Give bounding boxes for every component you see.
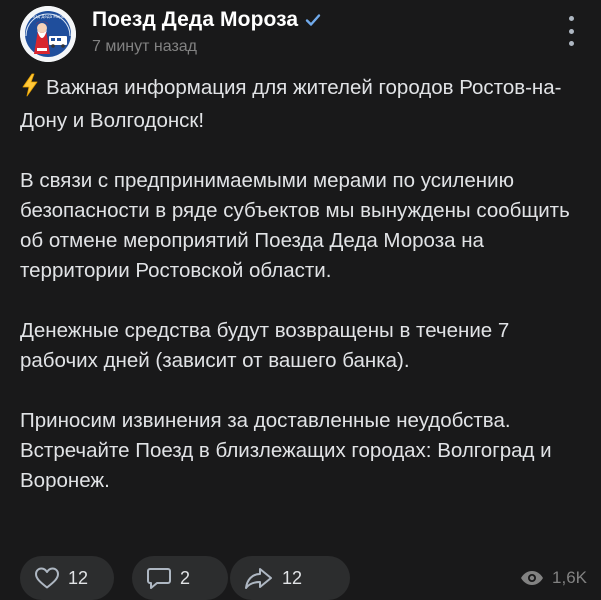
page-title[interactable]: Поезд Деда Мороза (92, 8, 298, 32)
comment-count: 2 (180, 567, 191, 588)
like-count: 12 (68, 567, 89, 588)
more-vertical-icon[interactable] (561, 16, 581, 46)
share-button[interactable]: 12 (230, 556, 350, 600)
post-paragraph-text: Важная информация для жителей городов Ро… (20, 76, 562, 132)
avatar-image: Поезд Деда Мороза (20, 6, 76, 62)
heart-icon (34, 566, 60, 590)
lightning-emoji-icon (20, 73, 40, 106)
share-count: 12 (282, 567, 303, 588)
avatar[interactable]: Поезд Деда Мороза (20, 6, 76, 62)
comment-button[interactable]: 2 (132, 556, 228, 600)
verified-check-icon (304, 11, 322, 29)
post-paragraph: В связи с предпринимаемыми мерами по уси… (20, 169, 570, 282)
share-arrow-icon (244, 566, 274, 590)
post-paragraph: Важная информация для жителей городов Ро… (20, 73, 587, 136)
views-counter: 1,6K (520, 568, 587, 588)
post-paragraph: Денежные средства будут возвращены в теч… (20, 319, 510, 372)
views-count: 1,6K (552, 568, 587, 587)
post-header: Поезд Деда Мороза Поезд Деда Мороза 7 ми… (20, 6, 581, 66)
like-button[interactable]: 12 (20, 556, 114, 600)
post-body: Важная информация для жителей городов Ро… (20, 73, 587, 496)
post-timestamp: 7 минут назад (92, 38, 198, 55)
post-actions: 12 2 12 1,6K (20, 556, 587, 600)
avatar-caption: Поезд Деда Мороза (27, 14, 69, 19)
post-paragraph: Приносим извинения за доставленные неудо… (20, 409, 552, 492)
comment-bubble-icon (146, 566, 172, 590)
eye-icon (520, 570, 544, 586)
